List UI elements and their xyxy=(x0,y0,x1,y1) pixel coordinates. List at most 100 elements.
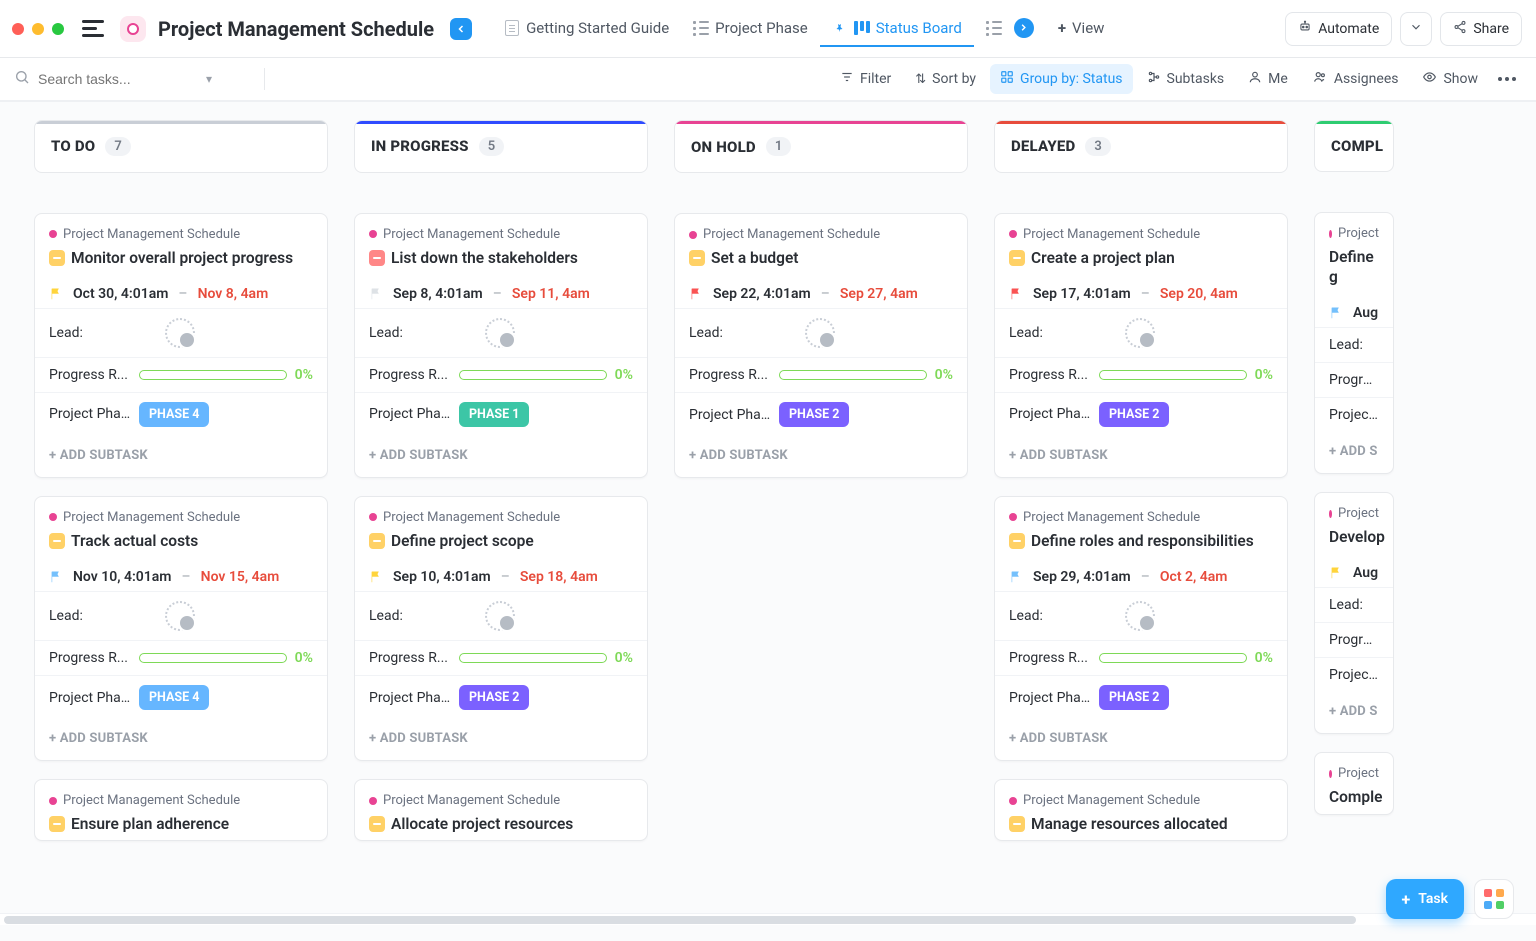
page-title[interactable]: Project Management Schedule xyxy=(158,17,436,41)
list-dot-icon xyxy=(1009,797,1017,805)
add-assignee-icon[interactable] xyxy=(165,318,195,348)
progress-bar xyxy=(779,370,927,380)
progress-field[interactable]: Progress R...0% xyxy=(35,357,327,392)
phase-field[interactable]: Project Pha...PHASE 4 xyxy=(35,675,327,719)
assignees-button[interactable]: Assignees xyxy=(1302,64,1409,94)
phase-field[interactable]: Project Pha...PHASE 2 xyxy=(995,392,1287,436)
lead-field[interactable]: Lead: xyxy=(35,308,327,357)
me-button[interactable]: Me xyxy=(1238,64,1298,94)
column-header-delayed[interactable]: DELAYED 3 xyxy=(994,120,1288,173)
progress-field[interactable]: Progress R...0% xyxy=(675,357,967,392)
priority-icon xyxy=(369,533,385,549)
subtasks-icon xyxy=(1147,70,1161,88)
view-tab-project-phase[interactable]: Project Phase xyxy=(681,11,820,47)
task-card[interactable]: Project Management Schedule Allocate pro… xyxy=(354,779,648,841)
add-assignee-icon[interactable] xyxy=(1125,601,1155,631)
view-tab-status-board[interactable]: Status Board xyxy=(820,11,974,47)
list-dot-icon xyxy=(49,797,57,805)
column-header-on-hold[interactable]: ON HOLD 1 xyxy=(674,120,968,173)
progress-field[interactable]: Progress R...0% xyxy=(995,640,1287,675)
task-card[interactable]: Project Define g Aug Lead: Progress Proj… xyxy=(1314,212,1394,474)
nav-back-button[interactable] xyxy=(450,18,472,40)
automate-dropdown-button[interactable] xyxy=(1400,12,1432,46)
phase-field[interactable]: Project Pha...PHASE 2 xyxy=(355,675,647,719)
lead-field[interactable]: Lead: xyxy=(675,308,967,357)
add-subtask-button[interactable]: + ADD SUBTASK xyxy=(675,436,967,477)
column-header-complete[interactable]: COMPL xyxy=(1314,120,1394,172)
sort-button[interactable]: ⇅ Sort by xyxy=(905,65,986,93)
more-options-button[interactable] xyxy=(1492,71,1522,87)
add-subtask-button[interactable]: + ADD S xyxy=(1315,432,1393,473)
phase-field[interactable]: Project Pha...PHASE 1 xyxy=(355,392,647,436)
board[interactable]: TO DO 7 Project Management Schedule Moni… xyxy=(0,102,1536,925)
nav-forward-icon[interactable] xyxy=(1014,18,1034,38)
close-window-button[interactable] xyxy=(12,23,24,35)
progress-field[interactable]: Progress R...0% xyxy=(355,640,647,675)
task-card[interactable]: Project Management Schedule Define proje… xyxy=(354,496,648,761)
phase-chip: PHASE 2 xyxy=(1099,685,1169,710)
lead-field[interactable]: Lead: xyxy=(995,308,1287,357)
add-assignee-icon[interactable] xyxy=(165,601,195,631)
breadcrumb: Project Management Schedule xyxy=(49,510,313,525)
view-tab-more[interactable] xyxy=(974,10,1046,48)
search-options-button[interactable]: ▾ xyxy=(206,72,212,86)
task-card[interactable]: Project Management Schedule Monitor over… xyxy=(34,213,328,478)
minimize-window-button[interactable] xyxy=(32,23,44,35)
add-assignee-icon[interactable] xyxy=(485,318,515,348)
view-tab-getting-started[interactable]: Getting Started Guide xyxy=(492,11,681,47)
menu-toggle-icon[interactable] xyxy=(82,20,104,37)
apps-button[interactable] xyxy=(1474,879,1514,919)
column-in-progress: IN PROGRESS 5 Project Management Schedul… xyxy=(354,120,648,875)
add-subtask-button[interactable]: + ADD SUBTASK xyxy=(35,436,327,477)
breadcrumb: Project Management Schedule xyxy=(49,793,313,808)
task-card[interactable]: Project Management Schedule Track actual… xyxy=(34,496,328,761)
filter-button[interactable]: Filter xyxy=(830,64,901,94)
automate-button[interactable]: Automate xyxy=(1285,12,1392,46)
column-body-todo: Project Management Schedule Monitor over… xyxy=(34,213,328,875)
column-title: ON HOLD xyxy=(691,138,756,156)
column-header-todo[interactable]: TO DO 7 xyxy=(34,120,328,173)
add-assignee-icon[interactable] xyxy=(485,601,515,631)
flag-icon xyxy=(49,287,63,301)
progress-field[interactable]: Progress R...0% xyxy=(355,357,647,392)
search-input[interactable] xyxy=(38,71,198,87)
task-card[interactable]: Project Management Schedule Manage resou… xyxy=(994,779,1288,841)
add-subtask-button[interactable]: + ADD SUBTASK xyxy=(355,436,647,477)
task-card[interactable]: Project Management Schedule Define roles… xyxy=(994,496,1288,761)
new-task-button[interactable]: + Task xyxy=(1386,879,1464,919)
task-card[interactable]: Project Develop Aug Lead: Progress Proje… xyxy=(1314,492,1394,734)
lead-field[interactable]: Lead: xyxy=(995,591,1287,640)
group-by-button[interactable]: Group by: Status xyxy=(990,64,1132,94)
add-view-button[interactable]: + View xyxy=(1046,11,1117,47)
task-card[interactable]: Project Management Schedule Ensure plan … xyxy=(34,779,328,841)
add-subtask-button[interactable]: + ADD SUBTASK xyxy=(35,719,327,760)
show-button[interactable]: Show xyxy=(1412,64,1488,94)
scrollbar-thumb[interactable] xyxy=(4,916,1356,924)
add-subtask-button[interactable]: + ADD SUBTASK xyxy=(355,719,647,760)
column-title: COMPL xyxy=(1331,137,1383,155)
phase-field[interactable]: Project Pha...PHASE 2 xyxy=(995,675,1287,719)
search-wrap[interactable]: ▾ xyxy=(14,69,254,89)
horizontal-scrollbar[interactable] xyxy=(0,913,1536,925)
phase-field[interactable]: Project Pha...PHASE 4 xyxy=(35,392,327,436)
task-card[interactable]: Project Comple xyxy=(1314,752,1394,814)
fullscreen-window-button[interactable] xyxy=(52,23,64,35)
task-card[interactable]: Project Management Schedule List down th… xyxy=(354,213,648,478)
board-wrap: TO DO 7 Project Management Schedule Moni… xyxy=(0,102,1536,925)
phase-field[interactable]: Project Pha...PHASE 2 xyxy=(675,392,967,436)
column-header-in-progress[interactable]: IN PROGRESS 5 xyxy=(354,120,648,173)
progress-field[interactable]: Progress R...0% xyxy=(35,640,327,675)
subtasks-button[interactable]: Subtasks xyxy=(1137,64,1235,94)
lead-field[interactable]: Lead: xyxy=(355,308,647,357)
add-assignee-icon[interactable] xyxy=(805,318,835,348)
share-button[interactable]: Share xyxy=(1440,12,1522,46)
task-card[interactable]: Project Management Schedule Set a budget… xyxy=(674,213,968,478)
add-subtask-button[interactable]: + ADD S xyxy=(1315,692,1393,733)
add-subtask-button[interactable]: + ADD SUBTASK xyxy=(995,719,1287,760)
add-assignee-icon[interactable] xyxy=(1125,318,1155,348)
add-subtask-button[interactable]: + ADD SUBTASK xyxy=(995,436,1287,477)
progress-field[interactable]: Progress R...0% xyxy=(995,357,1287,392)
task-card[interactable]: Project Management Schedule Create a pro… xyxy=(994,213,1288,478)
lead-field[interactable]: Lead: xyxy=(35,591,327,640)
lead-field[interactable]: Lead: xyxy=(355,591,647,640)
